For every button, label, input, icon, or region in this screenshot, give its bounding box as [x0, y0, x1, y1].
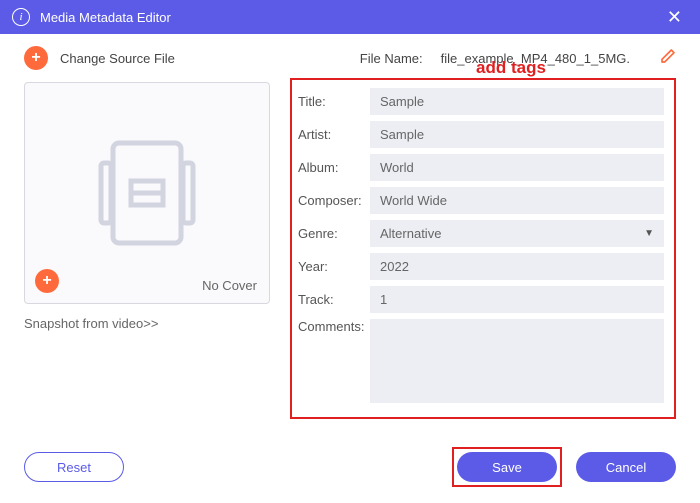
- title-label: Title:: [292, 94, 370, 109]
- metadata-form: add tags Title: Artist: Album: Composer:…: [290, 78, 676, 419]
- year-label: Year:: [292, 259, 370, 274]
- composer-label: Composer:: [292, 193, 370, 208]
- track-label: Track:: [292, 292, 370, 307]
- window-title: Media Metadata Editor: [40, 10, 661, 25]
- artist-label: Artist:: [292, 127, 370, 142]
- change-source-label[interactable]: Change Source File: [60, 51, 175, 66]
- title-input[interactable]: [370, 88, 664, 115]
- track-input[interactable]: [370, 286, 664, 313]
- cover-placeholder-icon: [87, 133, 207, 253]
- toolbar: + Change Source File File Name: file_exa…: [0, 34, 700, 82]
- reset-button[interactable]: Reset: [24, 452, 124, 482]
- footer: Reset Save Cancel: [0, 447, 700, 487]
- cancel-button[interactable]: Cancel: [576, 452, 676, 482]
- add-source-button[interactable]: +: [24, 46, 48, 70]
- titlebar: i Media Metadata Editor ✕: [0, 0, 700, 34]
- genre-label: Genre:: [292, 226, 370, 241]
- close-icon[interactable]: ✕: [661, 3, 688, 32]
- save-button[interactable]: Save: [457, 452, 557, 482]
- file-name-label: File Name:: [360, 51, 423, 66]
- composer-input[interactable]: [370, 187, 664, 214]
- no-cover-label: No Cover: [202, 278, 257, 293]
- edit-filename-icon[interactable]: [660, 48, 676, 69]
- cover-art-box: + No Cover: [24, 82, 270, 304]
- add-cover-button[interactable]: +: [35, 269, 59, 293]
- album-input[interactable]: [370, 154, 664, 181]
- year-input[interactable]: [370, 253, 664, 280]
- comments-label: Comments:: [292, 319, 370, 334]
- artist-input[interactable]: [370, 121, 664, 148]
- snapshot-from-video-link[interactable]: Snapshot from video>>: [24, 316, 270, 331]
- album-label: Album:: [292, 160, 370, 175]
- comments-input[interactable]: [370, 319, 664, 403]
- annotation-callout: add tags: [476, 58, 546, 78]
- genre-value: Alternative: [380, 226, 441, 241]
- info-icon: i: [12, 8, 30, 26]
- genre-select[interactable]: Alternative ▼: [370, 220, 664, 247]
- chevron-down-icon: ▼: [644, 228, 654, 239]
- save-annotation-box: Save: [452, 447, 562, 487]
